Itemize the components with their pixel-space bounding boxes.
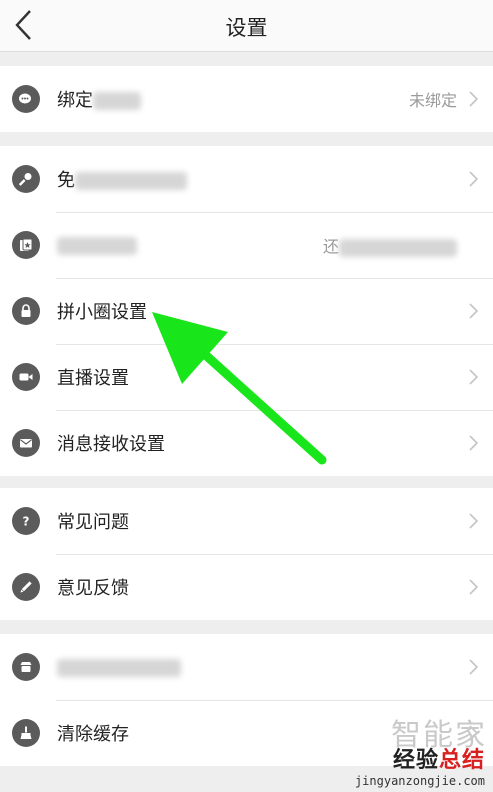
blurred-text <box>339 238 457 257</box>
chevron-right-icon <box>469 659 479 675</box>
page-title: 设置 <box>225 16 268 40</box>
row-label: 绑定 <box>57 90 93 111</box>
lock-icon <box>12 297 40 325</box>
broom-icon <box>12 719 40 747</box>
settings-group-help: ? 常见问题 意见反馈 <box>0 488 493 620</box>
watermark-brand: 经验 <box>392 748 439 773</box>
blurred-text <box>57 658 181 677</box>
video-camera-icon <box>12 363 40 391</box>
settings-row-blurred-2[interactable] <box>0 634 493 700</box>
pencil-icon <box>12 573 40 601</box>
chevron-right-icon <box>469 513 479 529</box>
row-value: 未绑定 <box>408 91 457 110</box>
row-label: 意见反馈 <box>57 578 129 599</box>
blurred-text <box>57 236 137 255</box>
settings-row-pinxiaoquan[interactable]: 拼小圈设置 <box>0 278 493 344</box>
row-label: 直播设置 <box>57 368 129 389</box>
settings-row-notifications[interactable]: 消息接收设置 <box>0 410 493 476</box>
watermark-url: jingyanzongjie.com <box>354 774 485 788</box>
store-icon <box>12 653 40 681</box>
chevron-right-icon <box>469 369 479 385</box>
chevron-right-icon <box>469 171 479 187</box>
chevron-right-icon <box>469 435 479 451</box>
row-label: 常见问题 <box>57 512 129 533</box>
question-mark-icon: ? <box>12 507 40 535</box>
blurred-text <box>93 92 141 110</box>
row-label: 免 <box>57 170 75 191</box>
settings-group-account: 绑定 未绑定 <box>0 66 493 132</box>
settings-row-faq[interactable]: ? 常见问题 <box>0 488 493 554</box>
svg-text:?: ? <box>23 515 30 529</box>
chevron-right-icon <box>469 303 479 319</box>
settings-group-main: 免 还 拼小圈设置 直播设置 消息接收设置 <box>0 146 493 476</box>
chevron-right-icon <box>469 91 479 107</box>
watermark: 经验总结 jingyanzongjie.com <box>355 742 485 788</box>
chat-bubble-icon <box>12 85 40 113</box>
chevron-right-icon <box>469 579 479 595</box>
row-label: 拼小圈设置 <box>57 302 147 323</box>
top-bar: 设置 <box>0 0 493 52</box>
blurred-text <box>75 172 187 190</box>
settings-row-bind-wechat[interactable]: 绑定 未绑定 <box>0 66 493 132</box>
watermark-brand-accent: 总结 <box>438 748 485 773</box>
settings-row-live[interactable]: 直播设置 <box>0 344 493 410</box>
row-label: 清除缓存 <box>57 724 129 745</box>
row-label: 消息接收设置 <box>57 434 165 455</box>
settings-row-blurred[interactable]: 还 <box>0 212 493 278</box>
settings-row-feedback[interactable]: 意见反馈 <box>0 554 493 620</box>
key-icon <box>12 165 40 193</box>
envelope-icon <box>12 429 40 457</box>
settings-row-password-free-pay[interactable]: 免 <box>0 146 493 212</box>
card-star-icon <box>12 231 40 259</box>
row-value: 还 <box>322 237 339 256</box>
